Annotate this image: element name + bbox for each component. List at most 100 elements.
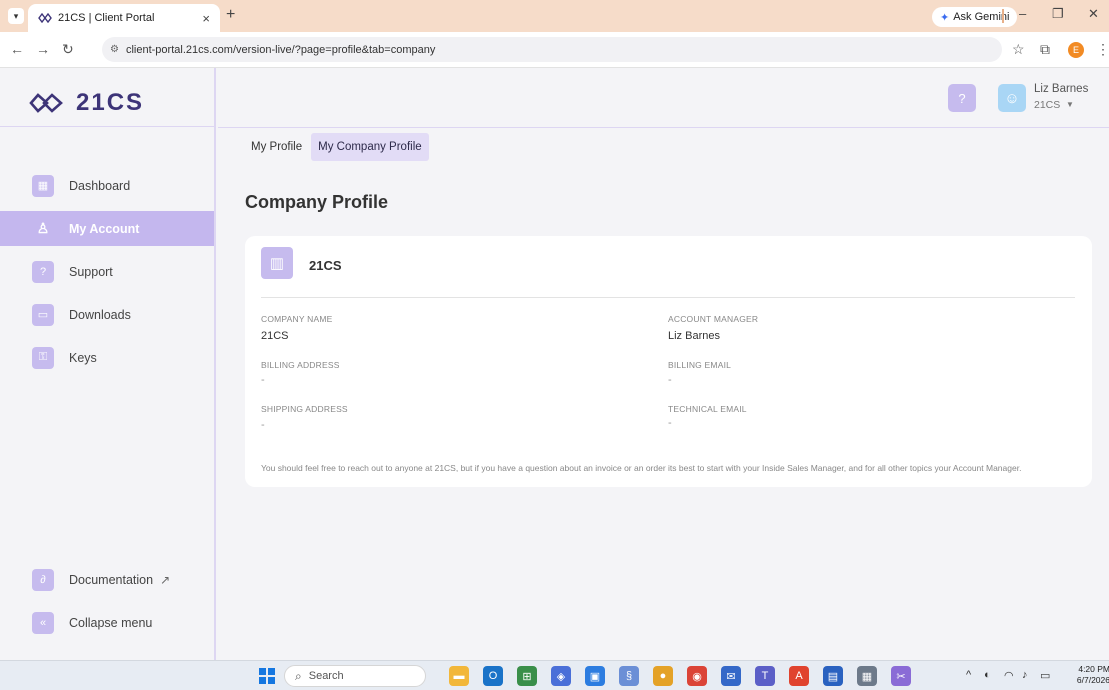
- forward-arrow-icon[interactable]: →: [36, 41, 50, 57]
- company-name-label: COMPANY NAME: [261, 314, 333, 324]
- sidebar-item-documentation[interactable]: ∂ Documentation ↗: [0, 562, 214, 597]
- search-icon: ⌕: [295, 668, 302, 683]
- back-arrow-icon[interactable]: ←: [10, 41, 24, 57]
- reload-icon[interactable]: ↻: [62, 41, 74, 58]
- dashboard-icon: ▦: [32, 174, 54, 197]
- tab-close-icon[interactable]: ×: [202, 11, 210, 26]
- shield-app-icon[interactable]: ◈: [551, 666, 571, 686]
- sidebar-item-support[interactable]: ? Support: [0, 254, 214, 289]
- bookmark-star-icon[interactable]: ☆: [1012, 41, 1025, 58]
- profile-tabs: My Profile My Company Profile: [244, 133, 431, 161]
- sidebar-item-keys[interactable]: ⚿ Keys: [0, 340, 214, 375]
- contact-note: You should feel free to reach out to any…: [261, 463, 1022, 473]
- file-explorer-icon[interactable]: ▬: [449, 666, 469, 686]
- close-window-icon[interactable]: ✕: [1088, 6, 1099, 22]
- logo-links-icon: [29, 93, 63, 113]
- snipping-tool-icon[interactable]: ✂: [891, 666, 911, 686]
- collapse-icon: «: [32, 611, 54, 634]
- company-profile-card: ▥ 21CS COMPANY NAME 21CS ACCOUNT MANAGER…: [245, 236, 1092, 487]
- taskbar-search[interactable]: ⌕ Search: [284, 665, 426, 687]
- system-clock[interactable]: 4:20 PM 6/7/2026: [1070, 664, 1109, 686]
- chrome-canary-icon[interactable]: ●: [653, 666, 673, 686]
- wifi-icon[interactable]: ◠: [1004, 669, 1014, 682]
- documentation-icon: ∂: [32, 568, 54, 591]
- network-app-icon[interactable]: ⊞: [517, 666, 537, 686]
- account-manager-label: ACCOUNT MANAGER: [668, 314, 759, 324]
- restore-icon[interactable]: ❐: [1052, 6, 1064, 22]
- taskbar-search-label: Search: [308, 670, 344, 682]
- browser-tab[interactable]: 21CS | Client Portal ×: [28, 4, 220, 32]
- shipping-address-value: -: [261, 419, 265, 431]
- tab-list-chevron-icon[interactable]: ▾: [8, 8, 24, 24]
- ask-gemini-button[interactable]: ✦ Ask Gemini: [932, 7, 1018, 27]
- tab-title: 21CS | Client Portal: [58, 12, 155, 24]
- mail-icon[interactable]: ▤: [823, 666, 843, 686]
- user-company[interactable]: 21CS: [1034, 99, 1060, 111]
- acrobat-icon[interactable]: A: [789, 666, 809, 686]
- sidebar: 21CS ▦ Dashboard ♙ My Account ? Support …: [0, 68, 216, 660]
- extensions-icon[interactable]: ⧉: [1040, 41, 1050, 58]
- sidebar-item-label: Collapse menu: [69, 615, 153, 630]
- tray-app-icon[interactable]: ◐: [984, 669, 991, 681]
- sidebar-item-label: Support: [69, 264, 113, 279]
- help-icon[interactable]: ?: [948, 84, 976, 112]
- key-icon: ⚿: [32, 346, 54, 369]
- user-icon: ♙: [36, 220, 50, 236]
- app-header: ? ☺ Liz Barnes 21CS ▼: [218, 68, 1109, 128]
- address-bar[interactable]: ⚙ client-portal.21cs.com/version-live/?p…: [102, 37, 1002, 62]
- sidebar-item-label: Documentation: [69, 572, 154, 587]
- billing-address-value: -: [261, 374, 265, 386]
- os-taskbar: ⌕ Search ▬ O ⊞ ◈ ▣ § ● ◉ ✉ T A ▤ ▦ ✂ ^ ◐…: [0, 660, 1109, 690]
- sidebar-item-label: Dashboard: [69, 178, 131, 193]
- shipping-address-label: SHIPPING ADDRESS: [261, 404, 348, 414]
- remote-desktop-icon[interactable]: ▣: [585, 666, 605, 686]
- account-manager-value: Liz Barnes: [668, 330, 720, 342]
- more-menu-icon[interactable]: ⋮: [1096, 41, 1109, 58]
- windows-start-icon[interactable]: [259, 668, 275, 684]
- volume-icon[interactable]: ♪: [1022, 669, 1028, 681]
- minimize-icon[interactable]: –: [1019, 6, 1026, 21]
- site-favicon-icon: [38, 11, 52, 25]
- window-separator: [1002, 9, 1004, 23]
- outlook-icon[interactable]: O: [483, 666, 503, 686]
- calculator-icon[interactable]: ▦: [857, 666, 877, 686]
- new-tab-button[interactable]: +: [226, 6, 235, 24]
- battery-icon[interactable]: ▭: [1040, 669, 1050, 682]
- code-app-icon[interactable]: §: [619, 666, 639, 686]
- tab-my-company-profile[interactable]: My Company Profile: [311, 133, 429, 161]
- card-divider: [261, 297, 1075, 298]
- clock-date: 6/7/2026: [1076, 675, 1109, 685]
- tab-my-profile[interactable]: My Profile: [244, 133, 309, 161]
- clock-time: 4:20 PM: [1078, 664, 1109, 674]
- company-name-value: 21CS: [261, 330, 289, 342]
- billing-email-label: BILLING EMAIL: [668, 360, 732, 370]
- technical-email-value: -: [668, 417, 672, 429]
- sidebar-item-label: Keys: [69, 350, 97, 365]
- brand-logo[interactable]: 21CS: [28, 89, 144, 117]
- site-info-icon[interactable]: ⚙: [110, 44, 119, 55]
- teams-icon[interactable]: T: [755, 666, 775, 686]
- sidebar-item-dashboard[interactable]: ▦ Dashboard: [0, 168, 214, 203]
- sidebar-item-collapse-menu[interactable]: « Collapse menu: [0, 605, 214, 640]
- sidebar-item-label: My Account: [69, 221, 140, 236]
- external-link-icon: ↗: [160, 572, 171, 587]
- sidebar-item-label: Downloads: [69, 307, 131, 322]
- building-icon: ▥: [261, 247, 293, 279]
- chrome-icon[interactable]: ◉: [687, 666, 707, 686]
- billing-address-label: BILLING ADDRESS: [261, 360, 340, 370]
- user-name[interactable]: Liz Barnes: [1034, 83, 1088, 95]
- sidebar-item-my-account[interactable]: ♙ My Account: [0, 211, 214, 246]
- technical-email-label: TECHNICAL EMAIL: [668, 404, 747, 414]
- folder-icon: ▭: [32, 303, 54, 326]
- chevron-down-icon[interactable]: ▼: [1066, 100, 1074, 109]
- url-text: client-portal.21cs.com/version-live/?pag…: [125, 43, 436, 56]
- logo-divider: [0, 126, 214, 127]
- browser-toolbar: ← → ↻ ⚙ client-portal.21cs.com/version-l…: [0, 32, 1109, 68]
- outlook-alt-icon[interactable]: ✉: [721, 666, 741, 686]
- profile-avatar[interactable]: E: [1068, 42, 1084, 58]
- billing-email-value: -: [668, 374, 672, 386]
- support-icon: ?: [32, 260, 54, 283]
- tray-chevron-up-icon[interactable]: ^: [966, 669, 971, 681]
- user-avatar-icon[interactable]: ☺: [998, 84, 1026, 112]
- sidebar-item-downloads[interactable]: ▭ Downloads: [0, 297, 214, 332]
